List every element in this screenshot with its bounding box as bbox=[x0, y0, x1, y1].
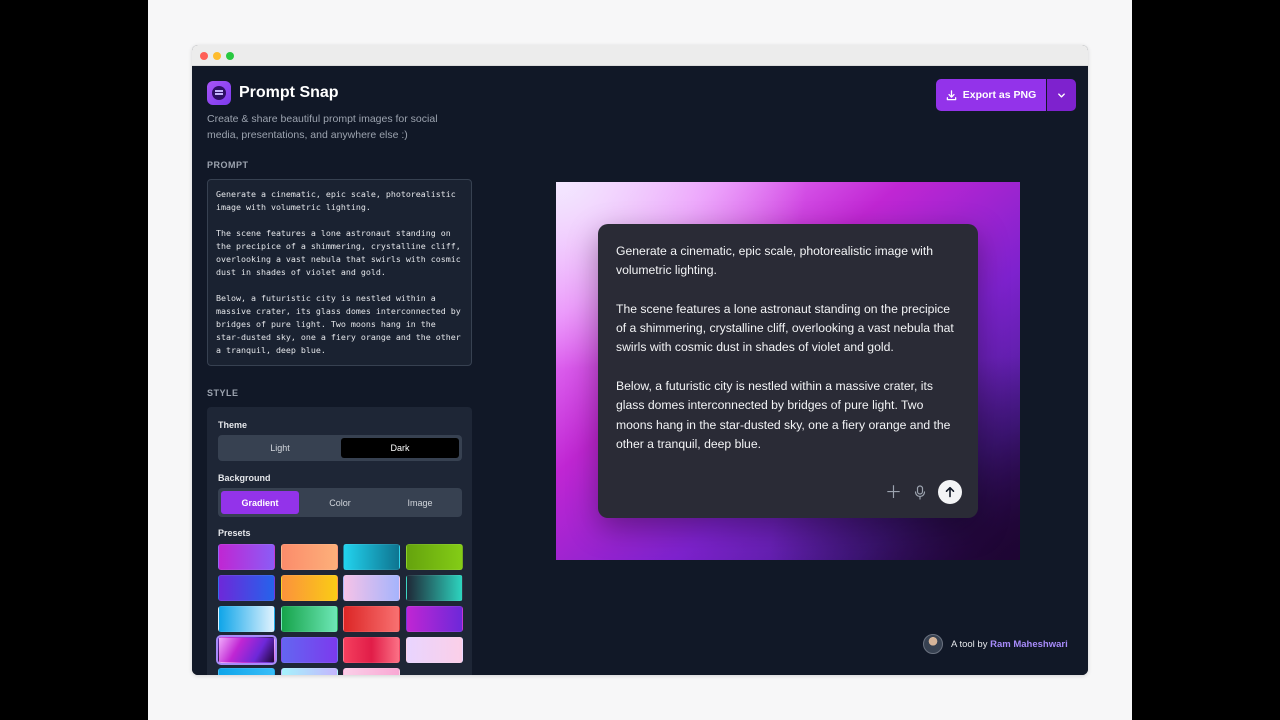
theme-label: Theme bbox=[218, 420, 248, 430]
preview-prompt-card: Generate a cinematic, epic scale, photor… bbox=[598, 224, 978, 518]
preset-swatch[interactable] bbox=[218, 668, 275, 675]
prompt-textarea[interactable]: Generate a cinematic, epic scale, photor… bbox=[207, 179, 472, 366]
preset-swatch[interactable] bbox=[343, 606, 400, 632]
background-color-option[interactable]: Color bbox=[301, 491, 379, 514]
preset-swatch[interactable] bbox=[343, 575, 400, 601]
background-image-option[interactable]: Image bbox=[381, 491, 459, 514]
preset-swatch[interactable] bbox=[218, 544, 275, 570]
theme-toggle: Light Dark bbox=[218, 435, 462, 461]
app-subtitle: Create & share beautiful prompt images f… bbox=[207, 113, 438, 141]
preset-swatch[interactable] bbox=[343, 544, 400, 570]
download-icon bbox=[946, 89, 957, 100]
preset-swatch[interactable] bbox=[405, 544, 463, 570]
preset-swatch[interactable] bbox=[343, 668, 400, 675]
author-link[interactable]: Ram Maheshwari bbox=[990, 639, 1068, 650]
preset-swatch[interactable] bbox=[405, 637, 463, 663]
preset-swatch[interactable] bbox=[280, 668, 338, 675]
browser-window: Prompt Snap Create & share beautiful pro… bbox=[192, 45, 1088, 675]
app-title: Prompt Snap bbox=[239, 84, 339, 101]
preview-canvas: Generate a cinematic, epic scale, photor… bbox=[556, 182, 1020, 560]
app-content: Prompt Snap Create & share beautiful pro… bbox=[192, 66, 1088, 675]
preview-card-actions: ＋ bbox=[885, 480, 962, 504]
close-window-button[interactable] bbox=[200, 52, 208, 60]
preset-swatch[interactable] bbox=[280, 606, 338, 632]
preview-prompt-text: Generate a cinematic, epic scale, photor… bbox=[616, 242, 960, 454]
preset-swatch[interactable] bbox=[343, 637, 400, 663]
preview-paragraph: Below, a futuristic city is nestled with… bbox=[616, 379, 951, 451]
preset-swatch[interactable] bbox=[218, 575, 275, 601]
export-options-dropdown[interactable] bbox=[1047, 79, 1076, 111]
plus-icon: ＋ bbox=[885, 482, 902, 502]
theme-light-option[interactable]: Light bbox=[221, 438, 339, 458]
style-section-label: STYLE bbox=[207, 388, 239, 398]
presets-grid bbox=[216, 544, 463, 675]
credit-text: A tool by Ram Maheshwari bbox=[951, 639, 1068, 650]
export-button-label: Export as PNG bbox=[962, 89, 1037, 101]
style-panel: Theme Light Dark Background Gradient Col… bbox=[207, 407, 472, 675]
minimize-window-button[interactable] bbox=[213, 52, 221, 60]
microphone-icon bbox=[914, 484, 926, 500]
preset-swatch[interactable] bbox=[280, 544, 338, 570]
preset-swatch[interactable] bbox=[405, 575, 463, 601]
export-png-button[interactable]: Export as PNG bbox=[936, 79, 1046, 111]
background-type-toggle: Gradient Color Image bbox=[218, 488, 462, 517]
theme-dark-option[interactable]: Dark bbox=[341, 438, 459, 458]
presets-label: Presets bbox=[218, 528, 251, 538]
prompt-section-label: PROMPT bbox=[207, 160, 249, 170]
background-label: Background bbox=[218, 473, 271, 483]
avatar bbox=[923, 634, 943, 654]
maximize-window-button[interactable] bbox=[226, 52, 234, 60]
author-credit: A tool by Ram Maheshwari bbox=[923, 634, 1068, 654]
credit-prefix: A tool by bbox=[951, 638, 988, 650]
background-gradient-option[interactable]: Gradient bbox=[221, 491, 299, 514]
prompt-snap-logo-icon bbox=[207, 81, 231, 105]
preset-swatch[interactable] bbox=[218, 606, 275, 632]
preset-swatch[interactable] bbox=[216, 635, 277, 665]
preset-swatch[interactable] bbox=[405, 606, 463, 632]
chevron-down-icon bbox=[1058, 92, 1065, 98]
preset-swatch[interactable] bbox=[280, 575, 338, 601]
window-titlebar bbox=[192, 45, 1088, 66]
preview-paragraph: The scene features a lone astronaut stan… bbox=[616, 301, 954, 355]
export-button-group: Export as PNG bbox=[936, 79, 1076, 111]
preset-swatch[interactable] bbox=[280, 637, 338, 663]
send-arrow-icon bbox=[938, 480, 962, 504]
preview-paragraph: Generate a cinematic, epic scale, photor… bbox=[616, 244, 934, 278]
